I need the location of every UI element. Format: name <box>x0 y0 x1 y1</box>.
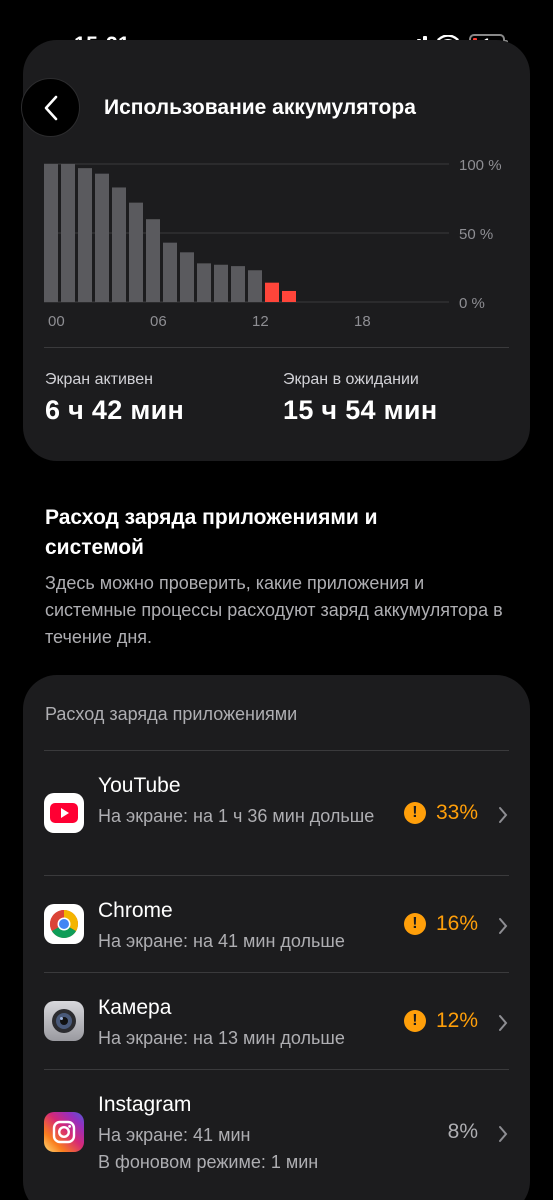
back-button[interactable] <box>21 78 80 137</box>
app-usage-percent: 8% <box>447 1120 478 1143</box>
battery-bar <box>163 242 177 302</box>
x-tick-label: 18 <box>354 313 371 330</box>
x-tick-label: 06 <box>150 313 167 330</box>
camera-icon <box>44 1001 84 1041</box>
battery-level-chart: 100 % 50 % 0 % 00 06 12 18 <box>44 157 502 330</box>
warning-icon: ! <box>403 1010 426 1032</box>
youtube-icon <box>44 793 84 833</box>
app-subtitle: На экране: на 41 мин дольше <box>98 931 345 951</box>
warning-icon: ! <box>403 913 426 935</box>
apps-usage-card: Расход заряда приложениями YouTube На эк… <box>23 675 530 1200</box>
page-title: Использование аккумулятора <box>104 96 416 119</box>
battery-bar <box>61 164 75 302</box>
y-tick-label: 50 % <box>459 226 493 243</box>
battery-bar <box>231 266 245 302</box>
chevron-right-icon <box>499 1126 508 1142</box>
battery-bar <box>129 202 143 302</box>
app-row-camera[interactable]: Камера На экране: на 13 мин дольше ! 12% <box>23 973 530 1069</box>
chevron-right-icon <box>499 807 508 823</box>
app-name: Камера <box>98 996 172 1019</box>
app-row-youtube[interactable]: YouTube На экране: на 1 ч 36 мин дольше … <box>23 751 530 875</box>
chevron-right-icon <box>499 1015 508 1031</box>
section-title: Расход заряда приложениями и системой <box>45 506 378 559</box>
app-name: Instagram <box>98 1093 192 1116</box>
battery-bar <box>248 270 262 302</box>
app-usage-percent: ! 16% <box>403 912 478 936</box>
warning-icon: ! <box>403 802 426 824</box>
app-usage-percent: ! 33% <box>403 801 478 825</box>
x-tick-label: 00 <box>48 313 65 330</box>
app-row-instagram[interactable]: Instagram На экране: 41 мин В фоновом ре… <box>23 1070 530 1194</box>
battery-bar <box>265 282 279 302</box>
x-tick-label: 12 <box>252 313 269 330</box>
battery-bar <box>78 168 92 302</box>
battery-bar <box>146 219 160 302</box>
screen-idle-value: 15 ч 54 мин <box>283 395 438 425</box>
screen-on-stat: Экран активен 6 ч 42 мин <box>45 371 184 426</box>
y-tick-label: 100 % <box>459 157 502 174</box>
app-name: YouTube <box>98 774 181 797</box>
chrome-icon <box>44 904 84 944</box>
screen-idle-stat: Экран в ожидании 15 ч 54 мин <box>283 371 437 426</box>
divider <box>44 347 509 348</box>
apps-header: Расход заряда приложениями <box>45 704 298 724</box>
battery-bar <box>112 187 126 302</box>
battery-bar <box>44 164 58 302</box>
chevron-left-icon <box>44 95 57 120</box>
app-subtitle: На экране: на 13 мин дольше <box>98 1028 345 1048</box>
screen-on-value: 6 ч 42 мин <box>45 395 185 425</box>
battery-bar <box>197 263 211 302</box>
app-subtitle: На экране: на 1 ч 36 мин дольше <box>98 806 375 826</box>
instagram-icon <box>44 1112 84 1152</box>
y-tick-label: 0 % <box>459 295 485 312</box>
screen-on-label: Экран активен <box>45 371 153 388</box>
app-name: Chrome <box>98 899 173 922</box>
app-row-chrome[interactable]: Chrome На экране: на 41 мин дольше ! 16% <box>23 876 530 972</box>
battery-bar <box>214 264 228 302</box>
battery-bar <box>95 173 109 302</box>
app-usage-percent: ! 12% <box>403 1009 478 1033</box>
section-description: Здесь можно проверить, какие приложения … <box>45 573 503 647</box>
app-subtitle: На экране: 41 мин В фоновом режиме: 1 ми… <box>98 1125 319 1172</box>
battery-bar <box>282 290 296 302</box>
screen-idle-label: Экран в ожидании <box>283 371 419 388</box>
battery-bar <box>180 252 194 302</box>
chevron-right-icon <box>499 918 508 934</box>
